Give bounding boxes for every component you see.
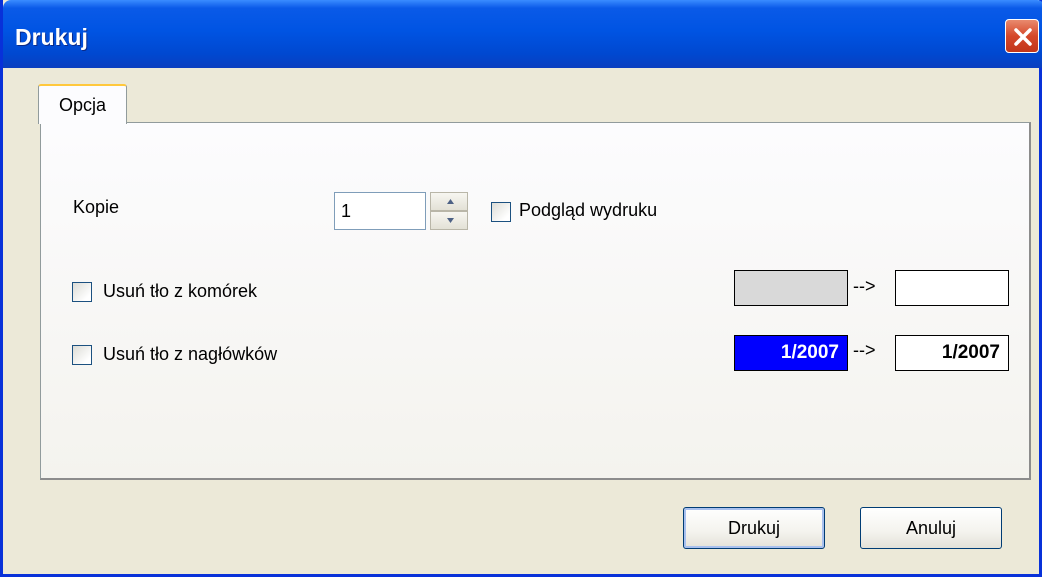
- copies-stepper: [430, 192, 468, 230]
- cell-bg-from-swatch: [734, 270, 848, 306]
- spin-up-button[interactable]: [430, 192, 468, 211]
- cell-bg-to-swatch: [895, 270, 1009, 306]
- preview-checkbox[interactable]: [491, 202, 511, 222]
- print-button[interactable]: Drukuj: [683, 507, 825, 549]
- print-dialog: Drukuj Opcja Kopie 1 Podgląd wydruku Usu…: [0, 0, 1042, 577]
- tab-opcja[interactable]: Opcja: [38, 84, 127, 124]
- copies-label: Kopie: [73, 197, 120, 217]
- remove-cell-bg-label[interactable]: Usuń tło z komórek: [103, 281, 257, 302]
- remove-cell-bg-checkbox[interactable]: [72, 282, 92, 302]
- remove-header-bg-label[interactable]: Usuń tło z nagłówków: [103, 344, 277, 365]
- spin-down-button[interactable]: [430, 211, 468, 230]
- remove-header-bg-checkbox[interactable]: [72, 345, 92, 365]
- window-title: Drukuj: [15, 24, 88, 50]
- spin-up-icon: [447, 199, 454, 204]
- header-bg-arrow: -->: [853, 340, 876, 360]
- header-bg-from-swatch: 1/2007: [734, 335, 848, 371]
- cancel-button[interactable]: Anuluj: [860, 507, 1002, 549]
- close-button[interactable]: [1005, 19, 1039, 53]
- spin-down-icon: [447, 218, 454, 223]
- close-icon: [1014, 28, 1032, 46]
- title-bar[interactable]: Drukuj: [3, 0, 1042, 68]
- preview-label[interactable]: Podgląd wydruku: [519, 200, 657, 221]
- header-bg-to-swatch: 1/2007: [895, 335, 1009, 371]
- copies-input[interactable]: 1: [334, 192, 426, 230]
- cell-bg-arrow: -->: [853, 276, 876, 296]
